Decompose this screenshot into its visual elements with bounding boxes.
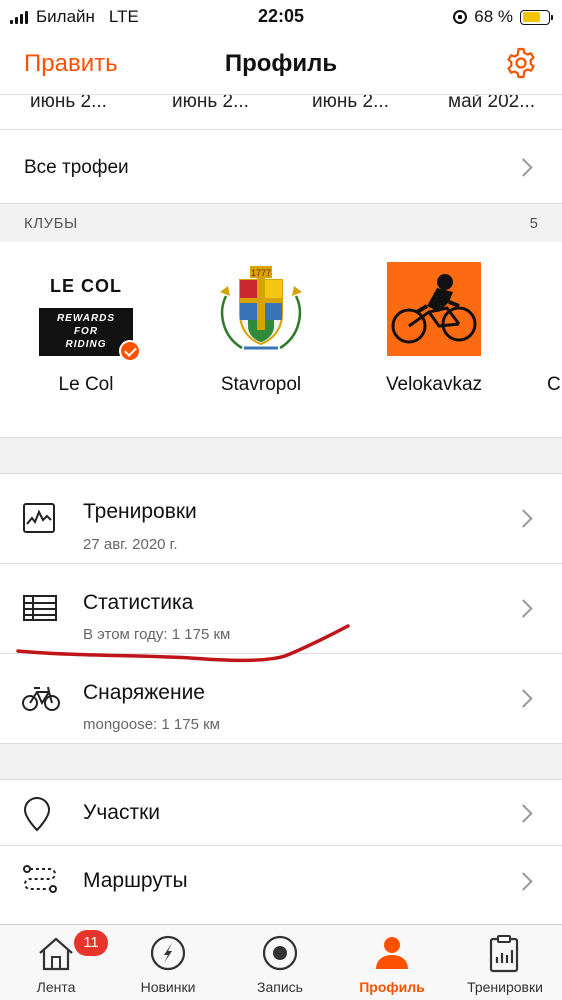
chevron-right-icon <box>514 509 533 528</box>
trophy-dates-strip: июнь 2... июнь 2... июнь 2... май 202... <box>0 94 562 130</box>
club-card[interactable]: 1777 Stavropol <box>196 262 326 396</box>
club-name: C <box>547 374 561 395</box>
logo-text: 1777 <box>251 268 271 278</box>
tab-record[interactable]: Запись <box>224 925 336 1000</box>
logo-text: LE COL <box>50 276 122 296</box>
tab-profile[interactable]: Профиль <box>336 925 448 1000</box>
club-name: Stavropol <box>220 374 302 395</box>
clubs-header: КЛУБЫ 5 <box>0 204 562 242</box>
clubs-carousel[interactable]: LE COL REWARDS FOR RIDING Le Col 1777 St… <box>0 242 562 438</box>
stats-table-icon <box>23 595 57 621</box>
tab-label: Профиль <box>359 979 425 995</box>
page-title: Профиль <box>224 50 338 77</box>
tab-training[interactable]: Тренировки <box>448 925 562 1000</box>
home-icon <box>39 937 73 971</box>
trainings-subtitle: 27 авг. 2020 г. <box>83 536 178 553</box>
bicycle-icon <box>22 686 60 711</box>
trainings-row[interactable]: Тренировки 27 авг. 2020 г. <box>0 474 562 564</box>
section-spacer <box>0 744 562 780</box>
routes-row[interactable]: Маршруты <box>0 846 562 916</box>
club-name: Le Col <box>58 374 114 395</box>
activity-chart-icon <box>23 503 55 533</box>
tab-label: Тренировки <box>467 979 543 995</box>
compass-icon <box>150 935 186 971</box>
clubs-header-label: КЛУБЫ <box>24 215 78 232</box>
status-bar: Билайн LTE 22:05 68 % <box>0 0 562 34</box>
location-pin-icon <box>23 797 51 832</box>
clubs-count: 5 <box>529 215 538 232</box>
gear-subtitle: mongoose: 1 175 км <box>83 716 220 733</box>
club-card[interactable]: C <box>544 262 562 396</box>
statistics-row[interactable]: Статистика В этом году: 1 175 км <box>0 564 562 654</box>
tab-label: Лента <box>36 979 76 995</box>
chevron-right-icon <box>514 599 533 618</box>
chevron-right-icon <box>514 804 533 823</box>
coat-of-arms-icon: 1777 <box>214 262 308 356</box>
profile-icon <box>376 937 408 969</box>
club-logo-partial <box>544 262 562 356</box>
rotation-lock-icon <box>453 10 468 24</box>
tab-feed[interactable]: 11 Лента <box>0 925 112 1000</box>
nav-bar: Править Профиль <box>0 34 562 94</box>
club-logo-lecol: LE COL REWARDS FOR RIDING <box>39 262 141 362</box>
tab-label: Запись <box>257 979 303 995</box>
club-card[interactable]: LE COL REWARDS FOR RIDING Le Col <box>21 262 151 396</box>
trainings-title: Тренировки <box>83 500 197 523</box>
trophy-date[interactable]: июнь 2... <box>172 95 249 113</box>
logo-text: REWARDS <box>56 313 116 324</box>
battery-percent: 68 % <box>474 7 513 26</box>
tab-label: Новинки <box>140 979 196 995</box>
chevron-right-icon <box>514 158 533 177</box>
section-spacer <box>0 438 562 474</box>
gear-icon[interactable] <box>504 46 538 80</box>
statistics-subtitle: В этом году: 1 175 км <box>83 626 231 643</box>
gear-title: Снаряжение <box>83 681 205 704</box>
logo-text: FOR <box>73 326 99 337</box>
record-icon <box>262 935 298 971</box>
verified-badge-icon <box>119 340 141 362</box>
segments-title: Участки <box>83 801 160 824</box>
gear-row[interactable]: Снаряжение mongoose: 1 175 км <box>0 654 562 744</box>
route-icon <box>23 865 57 893</box>
tab-explore[interactable]: Новинки <box>112 925 224 1000</box>
all-trophies-label: Все трофеи <box>24 157 129 178</box>
segments-row[interactable]: Участки <box>0 780 562 846</box>
status-right: 68 % <box>453 7 553 27</box>
statistics-title: Статистика <box>83 591 194 614</box>
battery-icon <box>520 9 553 25</box>
trophy-date[interactable]: июнь 2... <box>30 95 107 113</box>
all-trophies-row[interactable]: Все трофеи <box>0 130 562 204</box>
chevron-right-icon <box>514 872 533 891</box>
clipboard-icon <box>489 935 519 973</box>
club-name: Velokavkaz <box>385 374 483 395</box>
trophy-date[interactable]: июнь 2... <box>312 95 389 113</box>
notification-badge: 11 <box>74 930 108 956</box>
tab-bar: 11 Лента Новинки Запись Профиль Трениров… <box>0 924 562 1000</box>
routes-title: Маршруты <box>83 869 188 892</box>
trophy-date[interactable]: май 202... <box>448 95 535 113</box>
mountain-bike-logo-icon <box>387 262 481 356</box>
club-card[interactable]: Velokavkaz <box>369 262 499 396</box>
chevron-right-icon <box>514 689 533 708</box>
